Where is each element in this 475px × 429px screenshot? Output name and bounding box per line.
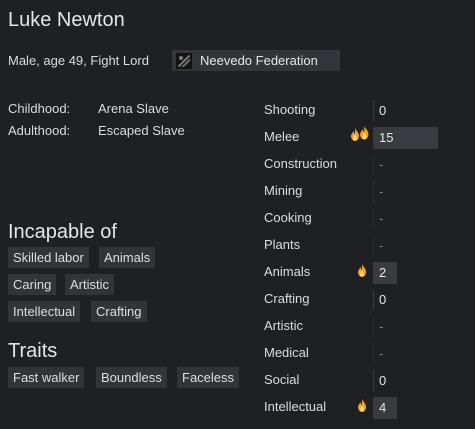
faction-badge[interactable]: Neevedo Federation	[172, 50, 340, 71]
trait-tag[interactable]: Boundless	[96, 367, 167, 388]
incapable-tag[interactable]: Caring	[8, 274, 57, 295]
skill-name: Mining	[264, 183, 303, 198]
incapable-tag[interactable]: Crafting	[91, 301, 147, 322]
backstory-adulthood[interactable]: Adulthood: Escaped Slave	[8, 122, 185, 140]
skill-level: -	[373, 343, 397, 365]
minor-passion-flame-icon	[357, 399, 367, 417]
skill-name: Animals	[264, 264, 311, 279]
incapable-tag[interactable]: Intellectual	[8, 301, 81, 322]
skill-name: Social	[264, 372, 300, 387]
pawn-description: Male, age 49, Fight Lord	[8, 53, 149, 68]
faction-emblem-icon	[176, 52, 192, 69]
skill-name: Crafting	[264, 291, 310, 306]
backstory-childhood[interactable]: Childhood: Arena Slave	[8, 100, 169, 118]
skill-name: Construction	[264, 156, 337, 171]
skill-level: -	[373, 235, 397, 257]
incapable-title: Incapable of	[8, 221, 117, 243]
skill-level: 4	[373, 397, 397, 419]
skill-level: -	[373, 208, 397, 230]
skill-name: Cooking	[264, 210, 312, 225]
minor-passion-flame-icon	[357, 264, 367, 282]
skill-level: 2	[373, 262, 397, 284]
skill-level: -	[373, 316, 397, 338]
skill-level: -	[373, 181, 397, 203]
incapable-tag[interactable]: Animals	[99, 247, 156, 268]
traits-title: Traits	[8, 340, 58, 362]
backstory-value: Escaped Slave	[98, 123, 185, 138]
skill-name: Plants	[264, 237, 301, 252]
incapable-tag[interactable]: Skilled labor	[8, 247, 89, 268]
backstory-label: Adulthood:	[8, 123, 71, 138]
trait-tag[interactable]: Faceless	[177, 367, 240, 388]
backstory-value: Arena Slave	[98, 101, 169, 116]
skill-level: -	[373, 154, 397, 176]
skill-level: 0	[373, 370, 397, 392]
skill-level: 15	[373, 127, 438, 149]
skill-level: 0	[373, 289, 397, 311]
skill-name: Intellectual	[264, 399, 327, 414]
major-passion-flame-icon	[350, 125, 372, 148]
trait-tag[interactable]: Fast walker	[8, 367, 85, 388]
skill-name: Artistic	[264, 318, 303, 333]
incapable-tag[interactable]: Artistic	[65, 274, 114, 295]
skill-name: Shooting	[264, 102, 316, 117]
faction-name: Neevedo Federation	[200, 53, 318, 68]
pawn-name: Luke Newton	[8, 9, 125, 31]
skill-name: Medical	[264, 345, 309, 360]
skill-level: 0	[373, 100, 397, 122]
skill-name: Melee	[264, 129, 300, 144]
backstory-label: Childhood:	[8, 101, 71, 116]
